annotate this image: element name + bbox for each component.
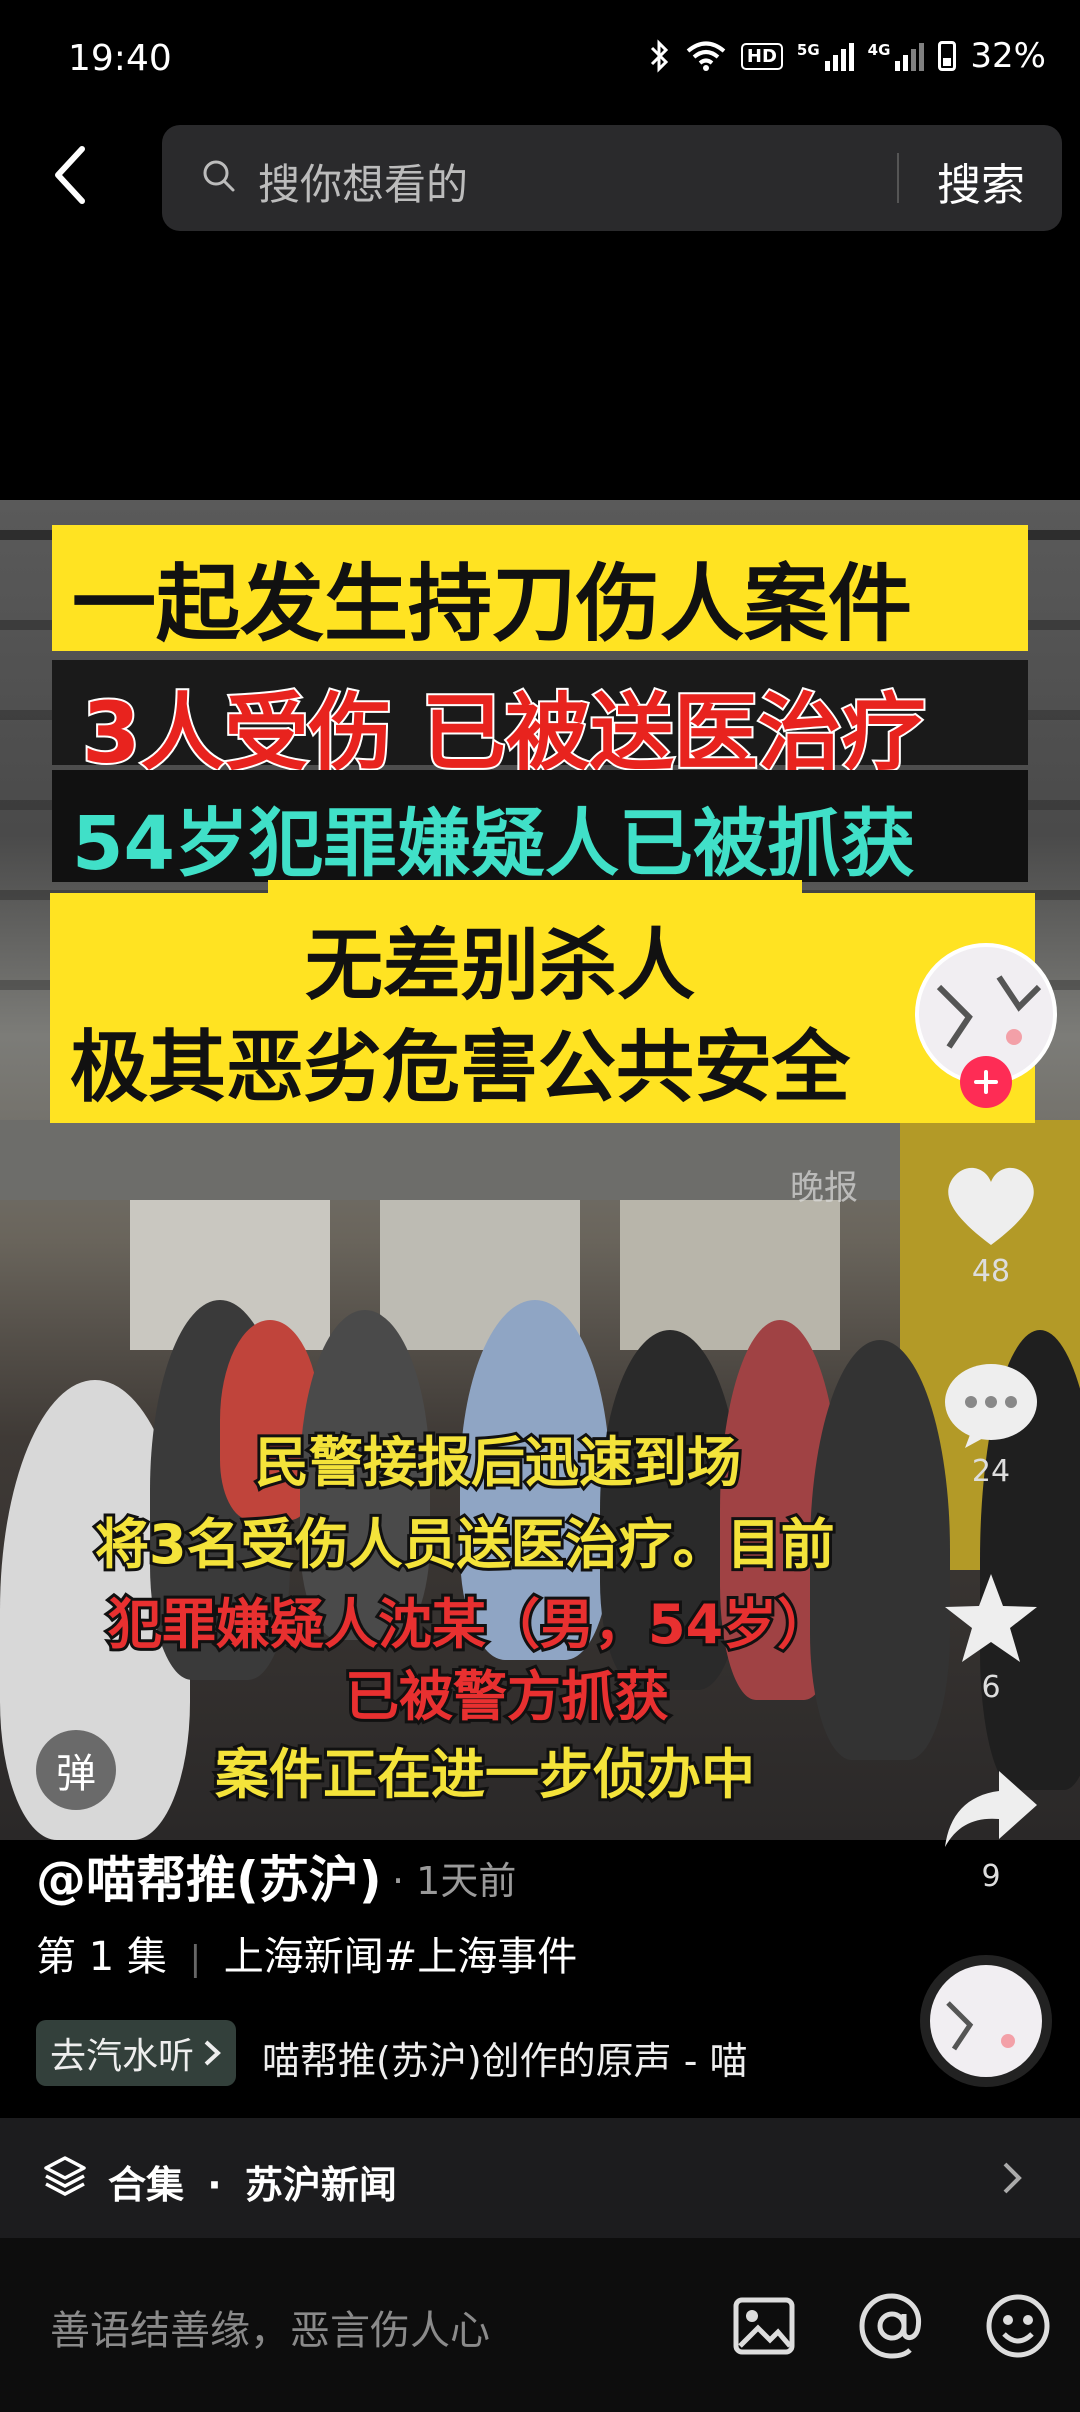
music-open-label: 去汽水听 [50, 2036, 195, 2077]
wifi-icon [686, 41, 726, 71]
status-bar: 19:40 HD 5G 4G 32% [0, 0, 1080, 110]
share-count: 9 [981, 1859, 1001, 1894]
caption-line-1: 一起发生持刀伤人案件 [52, 525, 1028, 653]
caption-line-3: 54岁犯罪嫌疑人已被抓获 [52, 770, 1028, 887]
signal-4g-icon: 4G [868, 41, 925, 71]
collection-label: 合集 [108, 2163, 185, 2207]
hd-icon: HD [740, 42, 783, 70]
comment-input[interactable]: 善语结善缘，恶言伤人心 [50, 2298, 490, 2356]
battery-icon [938, 41, 957, 71]
post-description: 第 1 集 | 上海新闻#上海事件 [36, 1924, 577, 1982]
music-disc[interactable] [920, 1955, 1052, 2087]
emoji-icon[interactable] [984, 2292, 1052, 2360]
music-disc-icon [946, 2001, 1015, 2051]
comment-bar: 善语结善缘，恶言伤人心 [0, 2238, 1080, 2412]
subtitle-3: 犯罪嫌疑人沈某（男，54岁） [105, 1590, 834, 1659]
favorite-count: 6 [981, 1670, 1001, 1705]
heart-icon [948, 1167, 1034, 1245]
share-icon [945, 1771, 1037, 1847]
favorite-button[interactable]: 6 [936, 1570, 1046, 1705]
comment-icon [945, 1364, 1037, 1448]
caption-line-2: 3人受伤 已被送医治疗 [52, 660, 1028, 784]
image-icon[interactable] [732, 2296, 796, 2356]
search-bar[interactable]: 搜你想看的 搜索 [162, 125, 1062, 231]
mention-icon[interactable] [858, 2292, 926, 2360]
episode-separator: | [189, 1939, 202, 1979]
subtitle-1: 民警接报后迅速到场 [252, 1428, 744, 1497]
subtitle-2: 将3名受伤人员送医治疗。目前 [92, 1510, 838, 1579]
danmaku-toggle[interactable]: 弹 [36, 1730, 116, 1810]
plus-icon [974, 1070, 998, 1094]
star-icon [945, 1574, 1037, 1662]
subtitle-5: 案件正在进一步侦办中 [212, 1740, 758, 1809]
back-button[interactable] [50, 145, 110, 215]
search-divider [897, 153, 899, 203]
layers-icon [44, 2156, 86, 2196]
search-button[interactable]: 搜索 [937, 149, 1025, 213]
status-icons: HD 5G 4G 32% [649, 36, 1046, 76]
post-time: · 1天前 [392, 1859, 517, 1903]
author-name[interactable]: @喵帮推(苏沪) [36, 1840, 382, 1912]
battery-percent: 32% [970, 36, 1046, 76]
like-button[interactable]: 48 [936, 1160, 1046, 1289]
comment-button[interactable]: 24 [936, 1360, 1046, 1489]
subtitle-4: 已被警方抓获 [342, 1662, 672, 1731]
collection-name: 苏沪新闻 [244, 2163, 397, 2207]
share-button[interactable]: 9 [936, 1765, 1046, 1894]
caption-line-4: 无差别杀人 极其恶劣危害公共安全 [50, 893, 1035, 1123]
chevron-right-icon [1003, 2162, 1022, 2194]
collection-dot: · [207, 2163, 222, 2207]
status-time: 19:40 [68, 38, 172, 79]
chevron-right-icon [204, 2040, 221, 2066]
follow-button[interactable] [960, 1056, 1012, 1108]
chevron-left-icon [55, 146, 85, 204]
music-track[interactable]: 喵帮推(苏沪)创作的原声 - 喵 [262, 2030, 748, 2085]
collection-bar[interactable]: 合集 · 苏沪新闻 [0, 2118, 1080, 2238]
video-watermark: 晚报 [790, 1168, 858, 1208]
comment-count: 24 [971, 1454, 1011, 1489]
description-text[interactable]: 上海新闻#上海事件 [224, 1934, 578, 1980]
bluetooth-icon [650, 39, 669, 73]
episode-label: 第 1 集 [36, 1934, 167, 1980]
like-count: 48 [971, 1254, 1011, 1289]
music-open-button[interactable]: 去汽水听 [36, 2020, 237, 2086]
danmaku-label: 弹 [56, 1751, 96, 1797]
search-icon [203, 160, 235, 192]
search-input[interactable]: 搜你想看的 [258, 151, 468, 212]
signal-5g-icon: 5G [797, 41, 854, 71]
